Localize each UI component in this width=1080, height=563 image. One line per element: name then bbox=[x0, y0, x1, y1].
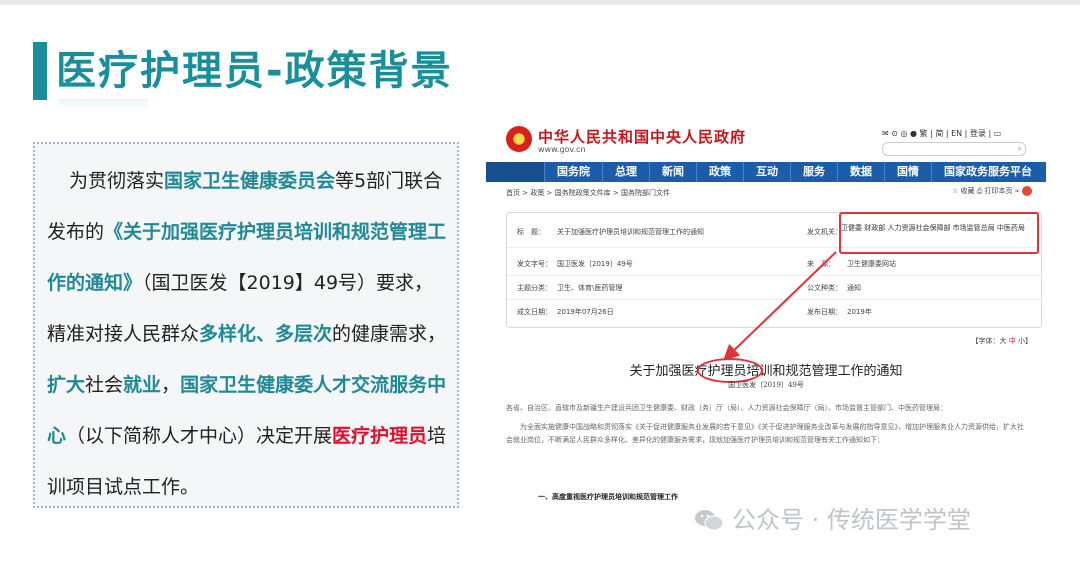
highlighted-term: 扩大 bbox=[47, 374, 86, 396]
slide-title: 医疗护理员-政策背景 bbox=[56, 48, 453, 94]
paragraph-run: ， bbox=[161, 374, 181, 396]
paragraph-run: 为贯彻落实 bbox=[69, 170, 165, 192]
highlighted-term: 医疗护理员 bbox=[332, 425, 428, 447]
paragraph-run: 社会 bbox=[85, 374, 124, 396]
watermark-text: 公众号 · 传统医学学堂 bbox=[732, 506, 971, 534]
title-underline bbox=[58, 99, 148, 109]
title-accent-bar bbox=[33, 42, 47, 100]
intro-paragraph: 为贯彻落实国家卫生健康委员会等5部门联合发布的《关于加强医疗护理员培训和规范管理… bbox=[47, 156, 447, 513]
wechat-watermark: 公众号 · 传统医学学堂 bbox=[694, 500, 971, 540]
top-rule bbox=[0, 0, 1080, 5]
wechat-icon bbox=[695, 510, 724, 531]
gov-document-screenshot: 中华人民共和国中央人民政府 www.gov.cn ✉ ⊙ ◎ ● 繁 | 简 |… bbox=[486, 120, 1046, 510]
paragraph-run: 的健康需求， bbox=[332, 323, 447, 345]
highlighted-term: 国家卫生健康委员会 bbox=[164, 170, 336, 192]
intro-text-box: 为贯彻落实国家卫生健康委员会等5部门联合发布的《关于加强医疗护理员培训和规范管理… bbox=[33, 142, 459, 508]
red-arrow-icon bbox=[723, 251, 837, 361]
highlighted-term: 多样化、多层次 bbox=[199, 323, 333, 345]
highlighted-term: 就业 bbox=[123, 374, 162, 396]
paragraph-run: （以下简称人才中心）决定开展 bbox=[66, 425, 333, 447]
